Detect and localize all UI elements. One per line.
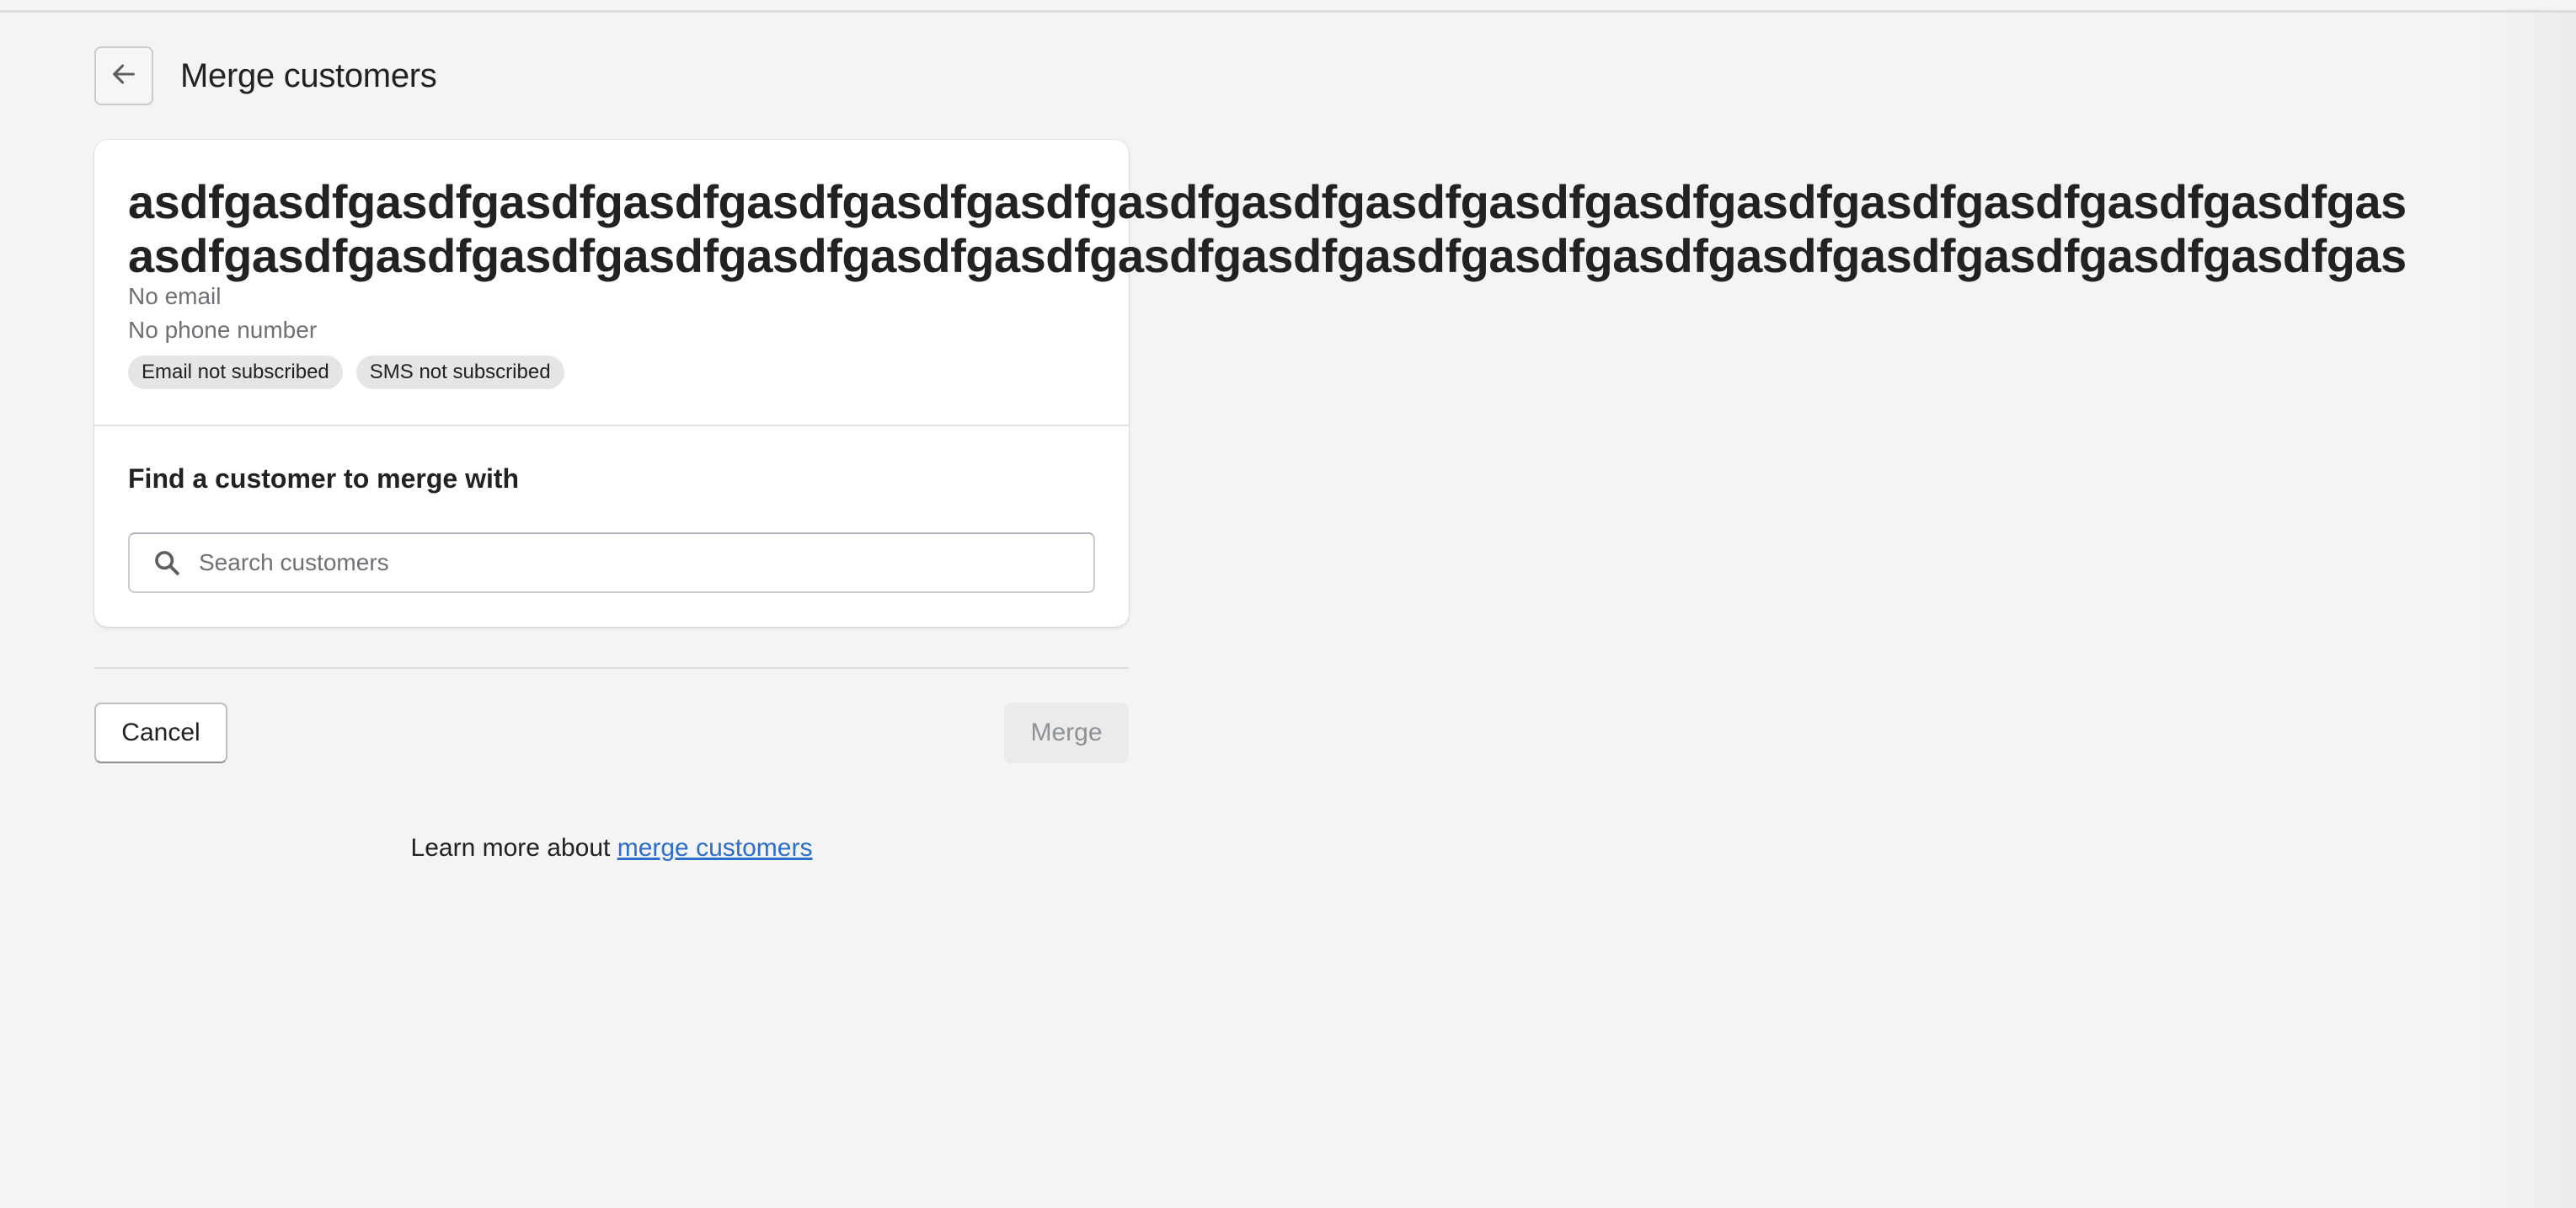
search-input[interactable] — [197, 537, 1093, 589]
customer-name: asdfgasdfgasdfgasdfgasdfgasdfgasdfgasdfg… — [128, 175, 2576, 283]
subscription-badges: Email not subscribed SMS not subscribed — [128, 355, 564, 389]
learn-more-text: Learn more about merge customers — [94, 834, 1129, 863]
page-header: Merge customers — [94, 45, 437, 106]
cancel-button[interactable]: Cancel — [94, 703, 227, 763]
customer-phone: No phone number — [128, 317, 318, 343]
search-field[interactable] — [128, 532, 1095, 593]
learn-more-prefix: Learn more about — [410, 834, 617, 862]
footer-divider — [94, 667, 1129, 669]
merge-card: asdfgasdfgasdfgasdfgasdfgasdfgasdfgasdfg… — [94, 140, 2407, 627]
page-title: Merge customers — [180, 56, 437, 94]
find-customer-heading: Find a customer to merge with — [128, 463, 520, 494]
sms-subscription-badge: SMS not subscribed — [355, 355, 564, 389]
card-divider — [94, 425, 1129, 426]
search-icon — [152, 548, 182, 578]
merge-button[interactable]: Merge — [1004, 703, 1129, 763]
top-divider — [0, 10, 2576, 13]
customer-name-line-2: asdfgasdfgasdfgasdfgasdfgasdfgasdfgasdfg… — [128, 229, 2407, 282]
customer-name-line-1: asdfgasdfgasdfgasdfgasdfgasdfgasdfgasdfg… — [128, 175, 2407, 228]
merge-customers-link[interactable]: merge customers — [617, 834, 813, 862]
arrow-left-icon — [110, 60, 138, 93]
back-button[interactable] — [94, 46, 153, 105]
customer-email: No email — [128, 283, 222, 309]
email-subscription-badge: Email not subscribed — [128, 355, 343, 389]
